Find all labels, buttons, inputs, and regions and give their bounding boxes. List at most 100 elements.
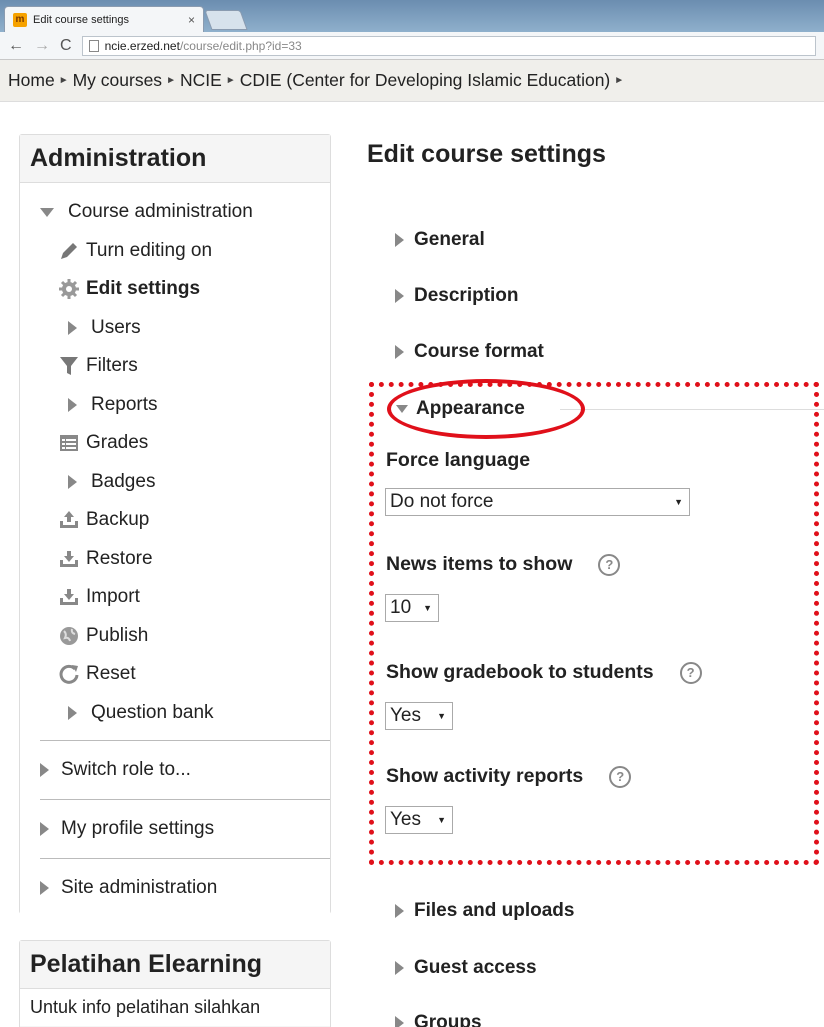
- admin-item-import[interactable]: Import: [20, 578, 330, 617]
- annotation-dotted-box: [369, 382, 819, 865]
- admin-item-publish[interactable]: Publish: [20, 617, 330, 656]
- breadcrumb-separator-icon: ►: [225, 75, 236, 86]
- collapse-icon: [40, 207, 54, 217]
- reload-icon[interactable]: C: [60, 37, 72, 55]
- admin-item-grades[interactable]: Grades: [20, 424, 330, 463]
- admin-item-label: Edit settings: [86, 278, 201, 300]
- pencil-icon: [58, 240, 80, 262]
- my-profile-settings-label: My profile settings: [61, 818, 215, 839]
- expand-icon: [395, 961, 404, 975]
- forward-arrow-icon[interactable]: →: [34, 37, 50, 55]
- pelatihan-block: Pelatihan Elearning Untuk info pelatihan…: [19, 940, 331, 1027]
- breadcrumb-my-courses[interactable]: My courses: [73, 70, 162, 91]
- address-bar: ← → C ncie.erzed.net/course/edit.php?id=…: [0, 32, 824, 60]
- filter-icon: [58, 355, 80, 377]
- switch-role-node[interactable]: Switch role to...: [20, 741, 330, 799]
- admin-item-label: Users: [91, 316, 141, 338]
- admin-item-label: Reset: [86, 663, 136, 685]
- tab-title: Edit course settings: [33, 13, 129, 26]
- site-administration-node[interactable]: Site administration: [20, 859, 330, 917]
- admin-item-label: Restore: [86, 547, 153, 569]
- breadcrumb-separator-icon: ►: [166, 75, 176, 86]
- administration-title: Administration: [20, 135, 330, 183]
- import-icon: [58, 586, 80, 608]
- admin-item-edit-settings[interactable]: Edit settings: [20, 270, 330, 309]
- course-administration-label: Course administration: [68, 201, 253, 223]
- admin-item-label: Grades: [86, 432, 149, 454]
- section-guest-access[interactable]: Guest access: [395, 957, 537, 979]
- site-administration-label: Site administration: [61, 877, 218, 898]
- section-course-format[interactable]: Course format: [395, 341, 544, 363]
- browser-tab[interactable]: m Edit course settings ×: [4, 6, 204, 32]
- admin-item-label: Backup: [86, 509, 150, 531]
- breadcrumb-separator-icon: ►: [58, 75, 69, 86]
- admin-item-label: Turn editing on: [86, 239, 213, 261]
- expand-icon: [40, 763, 49, 777]
- grades-icon: [58, 432, 80, 454]
- section-label: Files and uploads: [414, 900, 575, 921]
- switch-role-label: Switch role to...: [61, 759, 191, 780]
- admin-item-question-bank[interactable]: Question bank: [20, 694, 330, 733]
- backup-icon: [58, 509, 80, 531]
- administration-block: Administration Course administration Tur…: [19, 134, 331, 917]
- section-label: General: [414, 229, 485, 250]
- section-description[interactable]: Description: [395, 285, 519, 307]
- expand-icon: [395, 289, 404, 303]
- admin-item-label: Filters: [86, 355, 138, 377]
- admin-item-badges[interactable]: Badges: [20, 463, 330, 502]
- section-label: Course format: [414, 341, 544, 362]
- section-label: Description: [414, 285, 519, 306]
- expand-icon: [395, 904, 404, 918]
- breadcrumb-separator-icon: ►: [614, 75, 625, 86]
- admin-item-filters[interactable]: Filters: [20, 347, 330, 386]
- new-tab-button[interactable]: [204, 10, 248, 30]
- restore-icon: [58, 548, 80, 570]
- admin-item-reports[interactable]: Reports: [20, 386, 330, 425]
- section-label: Groups: [414, 1012, 482, 1027]
- breadcrumb-cdie[interactable]: CDIE (Center for Developing Islamic Educ…: [240, 70, 611, 91]
- expand-icon: [395, 345, 404, 359]
- admin-item-backup[interactable]: Backup: [20, 501, 330, 540]
- page-icon: [88, 39, 99, 52]
- admin-item-reset[interactable]: Reset: [20, 655, 330, 694]
- breadcrumb-home[interactable]: Home: [8, 70, 55, 91]
- pelatihan-title: Pelatihan Elearning: [20, 941, 330, 989]
- expand-icon: [395, 233, 404, 247]
- expand-icon: [40, 881, 49, 895]
- section-label: Guest access: [414, 957, 537, 978]
- annotation-ellipse: [387, 379, 585, 439]
- page-title: Edit course settings: [367, 140, 606, 168]
- expand-icon: [68, 474, 77, 489]
- expand-icon: [40, 822, 49, 836]
- expand-icon: [395, 1016, 404, 1027]
- section-files-uploads[interactable]: Files and uploads: [395, 900, 574, 922]
- section-groups[interactable]: Groups: [395, 1012, 482, 1027]
- close-tab-icon[interactable]: ×: [188, 13, 195, 27]
- breadcrumb-ncie[interactable]: NCIE: [180, 70, 222, 91]
- expand-icon: [68, 320, 77, 335]
- url-path: /course/edit.php?id=33: [179, 38, 302, 53]
- back-arrow-icon[interactable]: ←: [8, 37, 24, 55]
- browser-tabbar: m Edit course settings ×: [0, 0, 824, 32]
- gear-icon: [58, 278, 80, 300]
- admin-item-label: Publish: [86, 624, 149, 646]
- breadcrumb: Home ► My courses ► NCIE ► CDIE (Center …: [0, 60, 824, 102]
- section-general[interactable]: General: [395, 229, 485, 251]
- url-input[interactable]: ncie.erzed.net/course/edit.php?id=33: [81, 35, 816, 56]
- url-host: ncie.erzed.net: [104, 38, 180, 53]
- admin-item-label: Import: [86, 586, 140, 608]
- admin-item-label: Badges: [91, 470, 156, 492]
- admin-item-users[interactable]: Users: [20, 309, 330, 348]
- my-profile-settings-node[interactable]: My profile settings: [20, 800, 330, 858]
- admin-item-turn-editing-on[interactable]: Turn editing on: [20, 232, 330, 271]
- admin-item-label: Reports: [91, 393, 158, 415]
- expand-icon: [68, 705, 77, 720]
- globe-icon: [58, 625, 80, 647]
- expand-icon: [68, 397, 77, 412]
- course-administration-node[interactable]: Course administration: [20, 193, 330, 232]
- pelatihan-text: Untuk info pelatihan silahkan: [20, 989, 330, 1026]
- admin-item-restore[interactable]: Restore: [20, 540, 330, 579]
- reset-icon: [58, 663, 80, 685]
- moodle-favicon-icon: m: [13, 12, 27, 27]
- admin-item-label: Question bank: [91, 701, 214, 723]
